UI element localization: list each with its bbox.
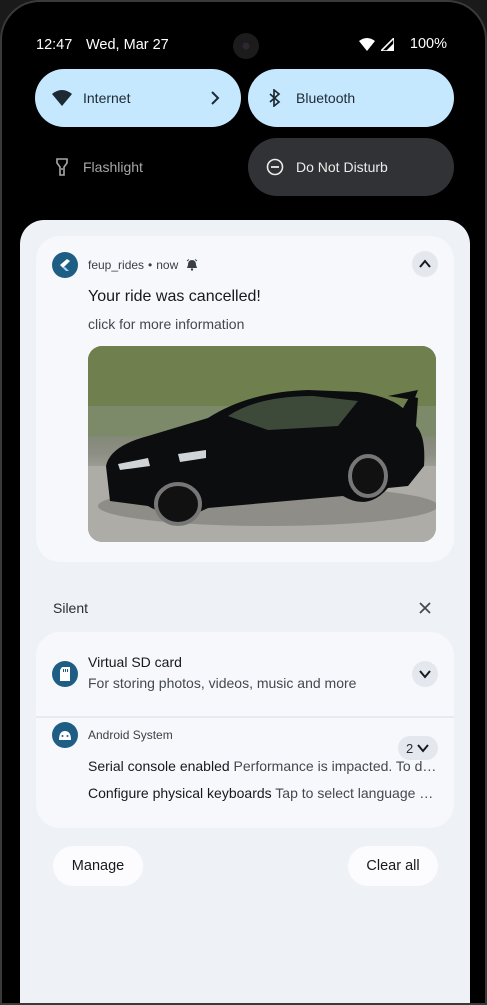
close-icon	[419, 602, 431, 614]
collapse-button[interactable]	[412, 251, 438, 277]
notification-header: feup_rides • now	[88, 258, 198, 272]
keyboards-title: Configure physical keyboards	[88, 785, 272, 801]
sd-card-app-icon	[52, 661, 78, 687]
tile-internet[interactable]: Internet	[35, 69, 241, 127]
notification-count-expand-button[interactable]: 2	[398, 736, 438, 760]
notification-virtual-sd-card[interactable]: Virtual SD card For storing photos, vide…	[36, 632, 454, 716]
sd-card-title: Virtual SD card	[88, 654, 182, 670]
notification-time: now	[156, 258, 179, 272]
notification-shade: feup_rides • now Your ride was cancelled…	[20, 220, 470, 1003]
android-system-app-icon	[52, 722, 78, 748]
flashlight-icon	[51, 156, 73, 178]
android-system-app-name: Android System	[88, 728, 173, 742]
notification-image	[88, 346, 436, 542]
cell-signal-icon	[380, 37, 394, 51]
notification-body: click for more information	[88, 316, 245, 332]
tile-do-not-disturb[interactable]: Do Not Disturb	[248, 138, 454, 196]
keyboards-line: Configure physical keyboards Tap to sele…	[88, 785, 438, 801]
notification-card-feup-rides[interactable]: feup_rides • now Your ride was cancelled…	[36, 236, 454, 562]
chevron-right-icon[interactable]	[205, 88, 225, 108]
feup-rides-app-icon	[52, 252, 78, 278]
tile-bluetooth-label: Bluetooth	[296, 90, 356, 106]
bluetooth-icon	[264, 87, 286, 109]
clear-all-button[interactable]: Clear all	[348, 846, 438, 886]
wifi-icon	[51, 87, 73, 109]
tile-dnd-label: Do Not Disturb	[296, 159, 388, 175]
serial-console-line: Serial console enabled Performance is im…	[88, 758, 438, 774]
tile-internet-label: Internet	[83, 90, 131, 106]
chevron-down-icon	[419, 670, 431, 679]
status-date: Wed, Mar 27	[86, 37, 169, 53]
chevron-down-icon	[417, 744, 430, 753]
tile-flashlight[interactable]: Flashlight	[35, 138, 241, 196]
battery-percentage: 100%	[409, 36, 447, 52]
sd-card-subtitle: For storing photos, videos, music and mo…	[88, 675, 357, 691]
header-separator: •	[148, 258, 153, 272]
alarm-bell-icon	[186, 259, 198, 271]
phone-frame: 12:47 Wed, Mar 27 100% Internet Bluetoot…	[0, 0, 487, 1005]
serial-console-text: Performance is impacted. To di…	[233, 758, 438, 774]
notification-android-system[interactable]: Android System Serial console enabled Pe…	[36, 718, 454, 828]
notification-count: 2	[406, 740, 414, 756]
status-time: 12:47	[36, 37, 73, 53]
silent-section-label: Silent	[53, 600, 89, 616]
minus-circle-icon	[264, 156, 286, 178]
chevron-up-icon	[419, 259, 431, 268]
serial-console-title: Serial console enabled	[88, 758, 230, 774]
tile-bluetooth[interactable]: Bluetooth	[248, 69, 454, 127]
manage-button[interactable]: Manage	[53, 846, 143, 886]
silent-notification-group: Virtual SD card For storing photos, vide…	[36, 632, 454, 828]
dismiss-silent-button[interactable]	[415, 598, 435, 618]
status-icons: 100%	[358, 36, 447, 52]
notification-title: Your ride was cancelled!	[88, 288, 261, 305]
expand-sd-card-button[interactable]	[412, 661, 438, 687]
keyboards-text: Tap to select language a…	[275, 785, 438, 801]
notification-app-name: feup_rides	[88, 258, 145, 272]
front-camera	[233, 33, 259, 59]
car-photo	[88, 346, 436, 542]
tile-flashlight-label: Flashlight	[83, 159, 143, 175]
wifi-icon	[358, 37, 375, 51]
